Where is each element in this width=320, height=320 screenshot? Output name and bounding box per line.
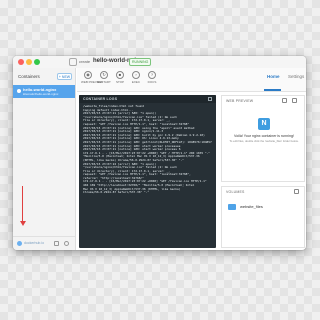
stop-button[interactable]: ■ STOP bbox=[113, 71, 127, 84]
tab-home[interactable]: Home bbox=[267, 74, 280, 79]
status-badge: RUNNING bbox=[129, 58, 152, 66]
tab-settings[interactable]: Settings bbox=[288, 74, 304, 79]
logs-header: CONTAINER LOGS bbox=[79, 95, 216, 103]
sidebar: Containers + NEW hello-world-nginx kitem… bbox=[13, 68, 76, 250]
exec-icon: › bbox=[132, 71, 140, 79]
tool-label: DOCS bbox=[147, 80, 157, 84]
web-preview-icon: ◉ bbox=[84, 71, 92, 79]
container-item-image: kitematic/hello-world-nginx bbox=[23, 92, 59, 96]
tool-label: EXEC bbox=[131, 80, 141, 84]
logs-output[interactable]: /website_files/index.html not found Copyi… bbox=[83, 105, 212, 246]
exec-button[interactable]: › EXEC bbox=[129, 71, 143, 84]
dockerhub-icon[interactable] bbox=[17, 241, 22, 246]
annotation-arrow-head-icon bbox=[19, 221, 26, 226]
sidebar-title: Containers bbox=[18, 74, 40, 79]
sidebar-item-hello-world-nginx[interactable]: hello-world-nginx kitematic/hello-world-… bbox=[13, 85, 75, 98]
create-label[interactable]: create bbox=[79, 59, 90, 64]
volume-item-website-files[interactable]: website_files bbox=[240, 204, 263, 209]
web-preview-button[interactable]: ◉ WEB PREVIEW bbox=[81, 71, 103, 84]
preview-subtext: To edit files, double click the 'website… bbox=[229, 139, 299, 143]
dockerhub-label[interactable]: dockerhub.io bbox=[24, 241, 44, 245]
expand-icon[interactable] bbox=[208, 97, 212, 101]
create-icon[interactable] bbox=[69, 58, 77, 66]
titlebar: create hello-world-nginx RUNNING bbox=[13, 56, 306, 68]
expand-preview-icon[interactable] bbox=[292, 98, 297, 103]
feedback-icon[interactable] bbox=[54, 241, 59, 246]
tool-label: WEB PREVIEW bbox=[81, 80, 103, 84]
close-window-button[interactable] bbox=[18, 59, 24, 65]
tool-label: STOP bbox=[115, 80, 125, 84]
new-container-button[interactable]: + NEW bbox=[57, 73, 72, 80]
folder-icon[interactable] bbox=[228, 204, 236, 210]
log-line: Chrome/56.0.2924.87 Safari/537.36" "-" bbox=[83, 190, 150, 195]
docs-icon: ? bbox=[148, 71, 156, 79]
toolbar: ◉ WEB PREVIEW ↻ RESTART ■ STOP › EXEC ? … bbox=[77, 68, 306, 92]
volumes-settings-icon[interactable] bbox=[294, 189, 299, 194]
minimize-window-button[interactable] bbox=[26, 59, 32, 65]
web-preview-panel: WEB PREVIEW N Voilà! Your nginx containe… bbox=[221, 95, 305, 182]
volumes-title: VOLUMES bbox=[226, 190, 245, 194]
preferences-icon[interactable] bbox=[64, 241, 69, 246]
sidebar-bottom-bar: dockerhub.io bbox=[13, 236, 75, 250]
app-window: create hello-world-nginx RUNNING Contain… bbox=[13, 56, 306, 250]
active-tab-indicator bbox=[264, 89, 281, 91]
tool-label: RESTART bbox=[97, 80, 111, 84]
running-status-icon bbox=[17, 89, 21, 93]
logs-title: CONTAINER LOGS bbox=[83, 97, 118, 101]
preview-title: WEB PREVIEW bbox=[226, 99, 254, 103]
nginx-logo-icon: N bbox=[258, 118, 270, 130]
volumes-panel: VOLUMES website_files bbox=[221, 186, 305, 248]
preview-message: Voilà! Your nginx container is running! bbox=[234, 134, 294, 138]
annotation-arrow-line bbox=[22, 186, 23, 223]
stop-icon: ■ bbox=[116, 71, 124, 79]
docs-button[interactable]: ? DOCS bbox=[145, 71, 159, 84]
open-external-icon[interactable] bbox=[282, 98, 287, 103]
restart-button[interactable]: ↻ RESTART bbox=[97, 71, 111, 84]
maximize-window-button[interactable] bbox=[34, 59, 40, 65]
restart-icon: ↻ bbox=[100, 71, 108, 79]
container-logs-panel[interactable]: CONTAINER LOGS /website_files/index.html… bbox=[79, 95, 216, 248]
